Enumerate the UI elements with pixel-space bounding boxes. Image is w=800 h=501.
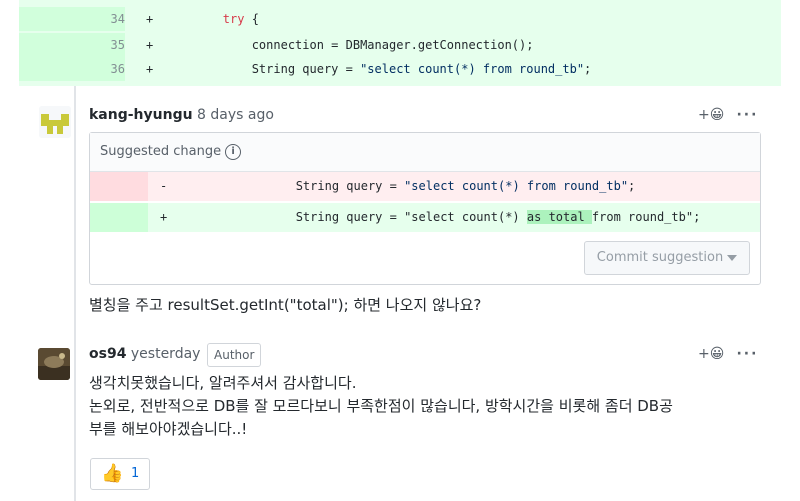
avatar[interactable] — [38, 348, 70, 380]
code-text: String query = "select count(*) as total… — [209, 210, 701, 224]
suggestion-deleted-line: - String query = "select count(*) from r… — [90, 172, 760, 201]
diff-line: 35 + connection = DBManager.getConnectio… — [19, 33, 781, 57]
line-number[interactable]: 35 — [19, 33, 125, 57]
reaction-count: 1 — [131, 466, 140, 481]
info-icon[interactable]: i — [225, 143, 242, 160]
comment-header: kang-hyungu 8 days ago — [89, 107, 274, 123]
suggestion-added-line: + String query = "select count(*) as tot… — [90, 203, 760, 232]
add-reaction-icon[interactable]: +😀 — [698, 107, 724, 123]
diff-line: 34 + try { — [19, 7, 781, 31]
comment-body: 별칭을 주고 resultSet.getInt("total"); 하면 나오지… — [89, 296, 482, 314]
diff-line: 36 + String query = "select count(*) fro… — [19, 57, 781, 81]
code-text: try { — [222, 12, 259, 26]
comment-time[interactable]: yesterday — [131, 346, 201, 362]
diff-sign: + — [146, 62, 154, 76]
diff-sign: + — [146, 12, 154, 26]
comment-time[interactable]: 8 days ago — [197, 107, 274, 123]
diff-code-context: 34 + try { 35 + connection = DBManager.g… — [19, 0, 781, 86]
suggested-change-title: Suggested change — [100, 144, 222, 159]
comment-header: os94 yesterday — [89, 346, 200, 362]
diff-sign: + — [160, 210, 168, 224]
thumbs-up-reaction-button[interactable]: 👍 1 — [90, 458, 150, 490]
code-text: String query = "select count(*) from rou… — [251, 62, 592, 76]
diff-sign: + — [146, 38, 154, 52]
author-name[interactable]: kang-hyungu — [89, 107, 193, 123]
author-badge: Author — [207, 343, 262, 367]
line-number[interactable]: 36 — [19, 57, 125, 81]
more-options-icon[interactable]: ··· — [736, 346, 758, 362]
thumbs-up-icon: 👍 — [101, 463, 124, 484]
highlighted-change: as total — [526, 210, 592, 224]
suggested-change-header: Suggested change i — [90, 133, 760, 172]
comment-body: 생각치못했습니다, 알려주셔서 감사합니다. 논외로, 전반적으로 DB를 잘 모… — [89, 374, 673, 438]
more-options-icon[interactable]: ··· — [736, 107, 758, 123]
comment-actions: +😀 ··· — [698, 346, 758, 362]
code-text: connection = DBManager.getConnection(); — [251, 38, 534, 52]
suggested-change-box: Suggested change i - String query = "sele… — [89, 132, 761, 285]
avatar[interactable] — [39, 106, 71, 138]
code-text: String query = "select count(*) from rou… — [209, 179, 636, 193]
diff-sign: - — [160, 179, 168, 193]
add-reaction-icon[interactable]: +😀 — [698, 346, 724, 362]
author-name[interactable]: os94 — [89, 346, 126, 362]
comment-thread-line — [74, 86, 76, 501]
caret-down-icon — [727, 254, 738, 261]
line-number[interactable]: 34 — [19, 7, 125, 31]
comment-actions: +😀 ··· — [698, 107, 758, 123]
commit-suggestion-button[interactable]: Commit suggestion — [584, 241, 750, 275]
